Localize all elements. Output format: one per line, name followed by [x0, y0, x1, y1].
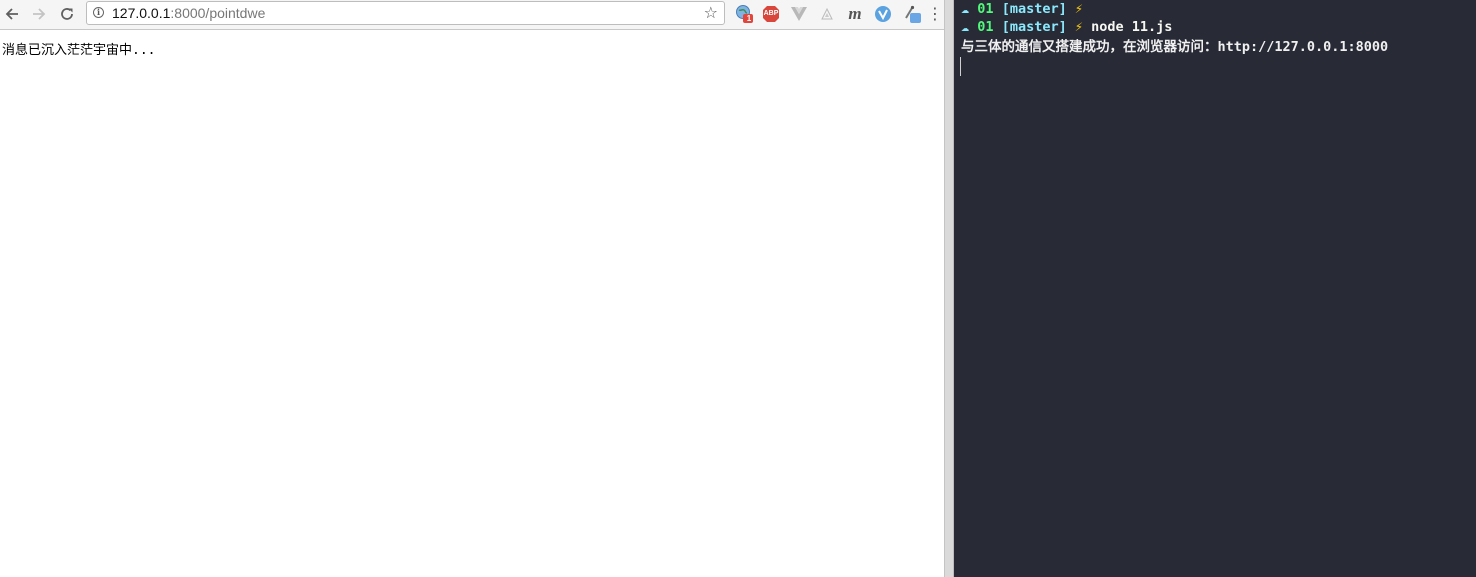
- address-bar[interactable]: i 127.0.0.1:8000/pointdwe ☆: [86, 1, 725, 25]
- forward-button[interactable]: [28, 3, 50, 25]
- more-menu-icon[interactable]: ⋮: [927, 4, 943, 24]
- abp-label: ABP: [763, 10, 779, 17]
- cloud-icon: ☁: [961, 1, 970, 17]
- back-button[interactable]: [1, 3, 23, 25]
- browser-window: i 127.0.0.1:8000/pointdwe ☆ 1 ABP m ⋮ 消息…: [0, 0, 944, 577]
- reload-icon: [61, 8, 73, 20]
- terminal-cursor: [960, 57, 961, 76]
- url-text[interactable]: 127.0.0.1:8000/pointdwe: [112, 2, 265, 24]
- extension-globe-button[interactable]: 1: [734, 4, 754, 24]
- cloud-icon: ☁: [961, 19, 970, 35]
- adblock-plus-button[interactable]: ABP: [761, 4, 781, 24]
- bookmark-star-icon[interactable]: ☆: [704, 3, 718, 23]
- prompt-dir: 01: [977, 19, 994, 35]
- m-label: m: [848, 4, 862, 23]
- vue-devtools-button[interactable]: [789, 4, 809, 24]
- bolt-icon: ⚡: [1074, 1, 1083, 17]
- command-text: node 11.js: [1091, 19, 1173, 35]
- extension-badge-count: 1: [746, 14, 752, 23]
- prompt-branch: [master]: [1001, 19, 1067, 35]
- check-circle-icon: [875, 6, 891, 22]
- browser-toolbar: i 127.0.0.1:8000/pointdwe ☆ 1 ABP m ⋮: [0, 0, 944, 30]
- extension-mountain-button[interactable]: [817, 4, 837, 24]
- extension-m-button[interactable]: m: [845, 4, 865, 24]
- extension-brush-button[interactable]: [903, 4, 923, 24]
- page-message: 消息已沉入茫茫宇宙中...: [2, 43, 156, 58]
- bolt-icon: ⚡: [1074, 19, 1083, 35]
- info-icon[interactable]: i: [93, 7, 104, 18]
- pane-divider[interactable]: [944, 0, 954, 577]
- extension-check-button[interactable]: [873, 4, 893, 24]
- vue-icon: [791, 7, 807, 21]
- url-path: :8000/pointdwe: [170, 5, 266, 21]
- page-viewport: 消息已沉入茫茫宇宙中...: [0, 30, 944, 577]
- command-output: 与三体的通信又搭建成功，在浏览器访问：http://127.0.0.1:8000: [961, 39, 1389, 55]
- prompt-branch: [master]: [1001, 1, 1067, 17]
- arrow-right-icon: [33, 8, 46, 20]
- prompt-line: ☁ 01 [master] ⚡ node 11.js: [961, 18, 1172, 36]
- url-host: 127.0.0.1: [112, 5, 171, 21]
- prompt-dir: 01: [977, 1, 994, 17]
- arrow-left-icon: [5, 8, 18, 20]
- mountain-icon: [821, 7, 833, 20]
- terminal-window[interactable]: ☁ 01 [master] ⚡ ☁ 01 [master] ⚡ node 11.…: [954, 0, 1476, 577]
- prompt-line: ☁ 01 [master] ⚡: [961, 0, 1083, 18]
- brush-icon: [905, 5, 921, 23]
- reload-button[interactable]: [56, 3, 78, 25]
